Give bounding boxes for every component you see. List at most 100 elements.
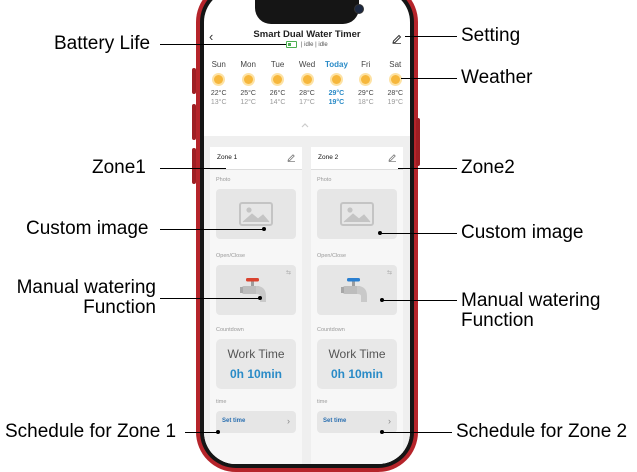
work-time-label: Work Time: [227, 347, 285, 361]
weather-low: 14°C: [269, 99, 286, 106]
manual-watering-button[interactable]: ⇆: [216, 265, 296, 315]
callout-manual-right: Manual watering Function: [461, 290, 601, 331]
zone-header[interactable]: Zone 1: [210, 147, 302, 170]
zone-header[interactable]: Zone 2: [311, 147, 403, 170]
photo-label: Photo: [317, 177, 332, 183]
open-close-label: Open/Close: [216, 253, 246, 259]
sun-icon: [361, 75, 371, 84]
chevron-right-icon: ›: [388, 416, 391, 426]
time-label: time: [317, 399, 328, 405]
zone-card-1: Zone 1 Photo Open/Close ⇆ Countdown Work…: [210, 147, 302, 464]
weather-high: 26°C: [269, 90, 286, 97]
edit-icon[interactable]: [287, 153, 296, 162]
callout-setting: Setting: [461, 25, 521, 46]
zone-name: Zone 1: [217, 154, 238, 161]
weather-day: Wed 28°C 17°C: [292, 60, 322, 107]
sun-icon: [302, 75, 312, 84]
callout-zone2: Zone2: [461, 157, 515, 178]
leader-line: [401, 78, 457, 80]
custom-photo[interactable]: [216, 189, 296, 239]
sun-icon: [243, 75, 253, 84]
leader-line: [405, 36, 457, 38]
weather-day-label: Wed: [298, 60, 316, 69]
weather-day: Fri 29°C 18°C: [351, 60, 381, 107]
leader-line: [160, 229, 264, 231]
swap-icon: ⇆: [386, 270, 392, 276]
weather-high: 28°C: [299, 90, 315, 97]
countdown-panel: Work Time 0h 10min: [317, 339, 397, 389]
sun-icon: [331, 75, 341, 84]
volume-button: [192, 148, 196, 184]
status-left: | idle: [300, 42, 314, 49]
weather-high: 25°C: [240, 90, 256, 97]
weather-day-label: Fri: [361, 60, 371, 69]
leader-line: [380, 233, 457, 235]
leader-dot: [380, 430, 384, 434]
leader-line: [160, 168, 226, 170]
callout-zone1: Zone1: [92, 157, 146, 178]
battery-icon: [286, 41, 298, 48]
manual-watering-button[interactable]: ⇆: [317, 265, 397, 315]
weather-forecast: Sun 22°C 13°C Mon 25°C 12°C Tue 26°C 14°C Wed 28°C…: [204, 60, 410, 120]
work-time-value: 0h 10min: [229, 367, 283, 381]
countdown-label: Countdown: [317, 327, 345, 333]
callout-schedule-zone1: Schedule for Zone 1: [5, 421, 177, 442]
callout-manual-left: Manual watering Function: [16, 277, 156, 318]
leader-dot: [262, 227, 266, 231]
weather-day: Sun 22°C 13°C: [204, 60, 234, 107]
leader-line: [382, 432, 452, 434]
swap-icon: ⇆: [285, 270, 291, 276]
status-right: | idle: [315, 42, 328, 49]
time-label: time: [216, 399, 227, 405]
volume-button: [192, 68, 196, 94]
custom-photo[interactable]: [317, 189, 397, 239]
weather-day-label: Mon: [240, 60, 256, 69]
weather-low: 12°C: [240, 99, 256, 106]
weather-day-label: Sun: [211, 60, 226, 69]
open-close-label: Open/Close: [317, 253, 347, 259]
weather-day-label: Today: [324, 60, 348, 69]
leader-line: [398, 168, 457, 170]
set-time-button[interactable]: Set time ›: [317, 411, 397, 433]
notch: [255, 0, 359, 24]
image-placeholder-icon: [239, 202, 273, 226]
callout-battery-life: Battery Life: [54, 33, 151, 54]
photo-label: Photo: [216, 177, 231, 183]
weather-high: 29°C: [358, 90, 374, 97]
leader-dot: [378, 231, 382, 235]
weather-low: 18°C: [358, 99, 374, 106]
leader-dot: [258, 296, 262, 300]
app-title: Smart Dual Water Timer: [253, 29, 361, 40]
leader-dot: [216, 430, 220, 434]
weather-low: 17°C: [299, 99, 315, 106]
countdown-label: Countdown: [216, 327, 244, 333]
sun-icon: [214, 75, 224, 84]
callout-custom-image-right: Custom image: [461, 222, 584, 243]
camera-icon: [354, 4, 364, 14]
callout-schedule-zone2: Schedule for Zone 2: [456, 421, 628, 442]
sun-icon: [390, 75, 400, 84]
countdown-panel: Work Time 0h 10min: [216, 339, 296, 389]
weather-low: 19°C: [387, 99, 404, 106]
leader-line: [185, 432, 218, 434]
weather-day: Sat 28°C 19°C: [380, 60, 410, 107]
leader-line: [382, 300, 457, 302]
collapse-chevron-icon[interactable]: [301, 121, 309, 129]
callout-weather: Weather: [461, 67, 533, 88]
weather-day: Tue 26°C 14°C: [263, 60, 293, 107]
edit-icon[interactable]: [388, 153, 397, 162]
leader-line: [160, 44, 286, 46]
volume-button: [192, 104, 196, 140]
weather-day-label: Tue: [270, 60, 285, 69]
chevron-right-icon: ›: [287, 416, 290, 426]
set-time-label: Set time: [222, 418, 246, 424]
set-time-label: Set time: [323, 418, 347, 424]
faucet-icon: [240, 278, 266, 302]
work-time-value: 0h 10min: [330, 367, 384, 381]
work-time-label: Work Time: [328, 347, 386, 361]
sun-icon: [273, 75, 283, 84]
weather-low: 19°C: [328, 99, 345, 106]
leader-line: [160, 298, 260, 300]
weather-high: 28°C: [387, 90, 404, 97]
set-time-button[interactable]: Set time ›: [216, 411, 296, 433]
